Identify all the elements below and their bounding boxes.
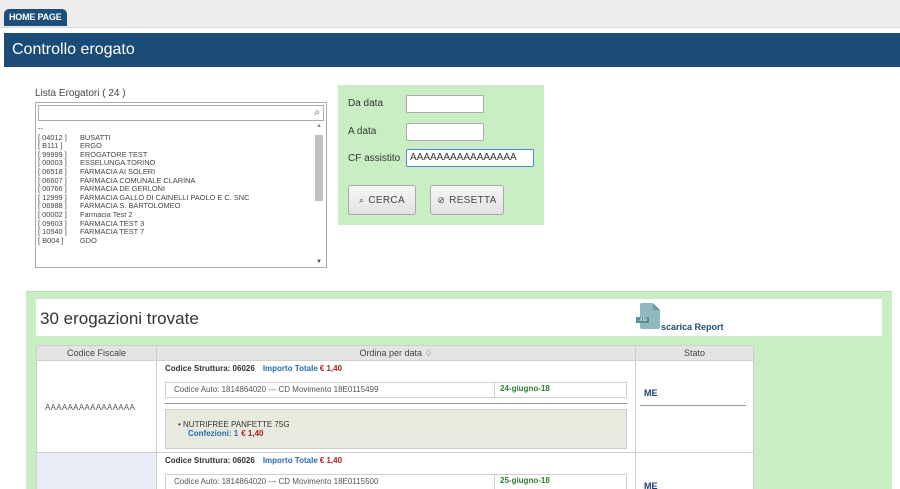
- results-count-title: 30 erogazioni trovate: [40, 309, 199, 328]
- column-header-stato: Stato: [635, 345, 754, 361]
- page-fold: [653, 303, 660, 310]
- cf-assistito-input[interactable]: AAAAAAAAAAAAAAAA: [406, 149, 534, 167]
- codice-auto-text: Codice Auto: 1814864020 --- CD Movimento…: [174, 385, 379, 394]
- home-page-tab[interactable]: HOME PAGE: [4, 9, 67, 26]
- scroll-up-arrow-icon[interactable]: ▲: [314, 123, 324, 129]
- cerca-button-label: CERCA: [368, 195, 405, 206]
- xls-label: .xls: [636, 317, 649, 323]
- stato-value: ME: [644, 388, 658, 398]
- page-header: Controllo erogato: [4, 33, 900, 67]
- importo-totale-value: € 1,40: [319, 456, 343, 465]
- scroll-down-arrow-icon[interactable]: ▼: [314, 259, 324, 265]
- struttura-line: Codice Struttura: 06026 Importo Totale € 1…: [165, 364, 342, 373]
- erogatore-code: [ B004 ]: [38, 235, 64, 245]
- lista-search-input[interactable]: ⌕: [38, 105, 324, 121]
- confezioni-label: Confezioni: 1: [188, 429, 239, 438]
- codice-auto-box: Codice Auto: 1814864020 --- CD Movimento…: [165, 474, 627, 489]
- scarica-report-link[interactable]: scarica Report: [661, 322, 724, 332]
- results-table: Codice Fiscale Ordina per data ♢ Stato A…: [36, 345, 754, 489]
- list-item[interactable]: [ B004 ] GDO: [38, 235, 314, 246]
- lista-erogatori-select[interactable]: ⌕ --[ 04012 ] BUSATTI[ B111 ] ERGO[ 99999 …: [35, 102, 327, 268]
- search-icon: ⌕: [314, 107, 320, 118]
- data-erogazione: 25-giugno-18: [494, 474, 627, 489]
- top-nav-bar: HOME PAGE: [0, 0, 900, 28]
- lista-scrollbar[interactable]: ▲ ▼: [314, 123, 324, 265]
- data-erogazione: 24-giugno-18: [494, 382, 627, 398]
- struttura-line: Codice Struttura: 06026 Importo Totale € 1…: [165, 456, 342, 465]
- scrollbar-thumb[interactable]: [315, 135, 323, 201]
- column-header-codice-fiscale: Codice Fiscale: [36, 345, 157, 361]
- da-data-label: Da data: [348, 98, 384, 109]
- results-header: 30 erogazioni trovate .xls scarica Repor…: [36, 299, 882, 336]
- importo-totale-label: Importo Totale: [262, 456, 318, 465]
- table-row-detail-cell: Codice Struttura: 06026 Importo Totale € 1…: [157, 453, 636, 489]
- table-row-stato-cell: ME: [636, 453, 754, 489]
- confezioni-line: Confezioni: 1 € 1,40: [188, 429, 263, 438]
- importo-totale-label: Importo Totale: [262, 364, 318, 373]
- codice-fiscale-value: AAAAAAAAAAAAAAAA: [45, 403, 136, 412]
- codice-auto-text: Codice Auto: 1814864020 --- CD Movimento…: [174, 477, 379, 486]
- lista-erogatori-label: Lista Erogatori ( 24 ): [35, 88, 126, 99]
- codice-struttura: Codice Struttura: 06026: [165, 364, 255, 373]
- table-row-cf-cell: AAAAAAAAAAAAAAAA: [36, 361, 157, 453]
- codice-auto-box: Codice Auto: 1814864020 --- CD Movimento…: [165, 382, 627, 398]
- search-icon: ⌕: [359, 195, 365, 205]
- codice-struttura: Codice Struttura: 06026: [165, 456, 255, 465]
- cancel-icon: ⊘: [437, 195, 446, 205]
- column-header-ordina-per-data[interactable]: Ordina per data ♢: [156, 345, 636, 361]
- prodotto-name: • NUTRIFREE PANFETTE 75G: [178, 420, 290, 429]
- page-title: Controllo erogato: [12, 41, 135, 58]
- table-row-cf-cell: [36, 453, 157, 489]
- filter-panel: Da data A data CF assistito AAAAAAAAAAAA…: [338, 85, 544, 225]
- table-row-detail-cell: Codice Struttura: 06026 Importo Totale € 1…: [157, 361, 636, 453]
- a-data-input[interactable]: [406, 123, 484, 141]
- cerca-button[interactable]: ⌕ CERCA: [348, 185, 416, 215]
- resetta-button-label: RESETTA: [449, 195, 497, 206]
- resetta-button[interactable]: ⊘ RESETTA: [430, 185, 504, 215]
- stato-divider: [640, 405, 746, 406]
- lista-erogatori-options: --[ 04012 ] BUSATTI[ B111 ] ERGO[ 99999 ] E…: [38, 125, 314, 245]
- xls-file-icon[interactable]: .xls: [636, 303, 660, 329]
- prodotto-box: • NUTRIFREE PANFETTE 75G Confezioni: 1 € …: [165, 409, 627, 449]
- da-data-input[interactable]: [406, 95, 484, 113]
- divider: [165, 403, 627, 404]
- cf-assistito-label: CF assistito: [348, 153, 401, 164]
- a-data-label: A data: [348, 126, 377, 137]
- results-panel: 30 erogazioni trovate .xls scarica Repor…: [26, 291, 892, 489]
- stato-value: ME: [644, 481, 658, 489]
- erogatore-name: GDO: [80, 235, 97, 245]
- importo-totale-value: € 1,40: [319, 364, 343, 373]
- confezioni-value: € 1,40: [241, 429, 264, 438]
- table-row-stato-cell: ME: [636, 361, 754, 453]
